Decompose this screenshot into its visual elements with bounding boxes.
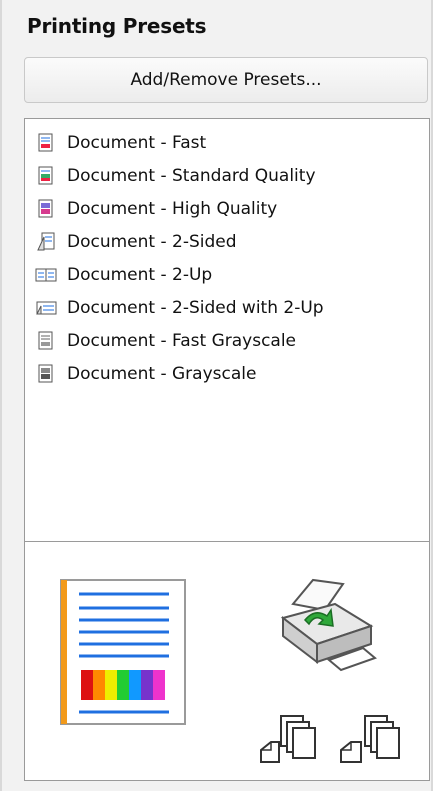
preset-item-document-high-quality[interactable]: Document - High Quality	[35, 195, 277, 223]
preset-label: Document - 2-Sided	[67, 232, 237, 252]
preset-item-document-2-sided-with-2-up[interactable]: Document - 2-Sided with 2-Up	[35, 294, 324, 322]
preset-label: Document - Standard Quality	[67, 166, 316, 186]
two-up-doc-icon	[35, 268, 57, 282]
two-sided-two-up-doc-icon	[36, 301, 57, 315]
add-remove-presets-button[interactable]: Add/Remove Presets...	[24, 57, 428, 103]
fast-doc-icon	[38, 133, 53, 152]
preset-label: Document - Fast Grayscale	[67, 331, 297, 351]
print-preview-area	[24, 541, 430, 781]
two-sided-doc-icon	[37, 232, 55, 251]
preset-label: Document - 2-Sided with 2-Up	[67, 298, 324, 318]
high-quality-doc-icon	[38, 199, 53, 218]
preset-item-document-standard-quality[interactable]: Document - Standard Quality	[35, 162, 316, 190]
collated-copies-icon	[260, 715, 316, 763]
preset-item-document-grayscale[interactable]: Document - Grayscale	[35, 360, 256, 388]
page-preview-icon	[60, 579, 186, 725]
preset-item-document-fast[interactable]: Document - Fast	[35, 129, 206, 157]
preset-label: Document - High Quality	[67, 199, 278, 219]
preset-label: Document - Grayscale	[67, 364, 257, 384]
printer-icon	[280, 578, 377, 672]
preset-label: Document - Fast	[67, 133, 207, 153]
fast-grayscale-doc-icon	[38, 331, 53, 350]
preset-item-document-fast-grayscale[interactable]: Document - Fast Grayscale	[35, 327, 296, 355]
standard-quality-doc-icon	[38, 166, 53, 185]
preset-item-document-2-sided[interactable]: Document - 2-Sided	[35, 228, 237, 256]
printing-presets-panel: Printing Presets Add/Remove Presets... D…	[0, 0, 433, 791]
preset-label: Document - 2-Up	[67, 265, 213, 285]
panel-title: Printing Presets	[27, 14, 207, 38]
grayscale-doc-icon	[38, 364, 53, 383]
uncollated-copies-icon	[340, 715, 400, 763]
preset-item-document-2-up[interactable]: Document - 2-Up	[35, 261, 212, 289]
presets-list[interactable]: Document - Fast Document - Standard Qual…	[24, 118, 430, 543]
